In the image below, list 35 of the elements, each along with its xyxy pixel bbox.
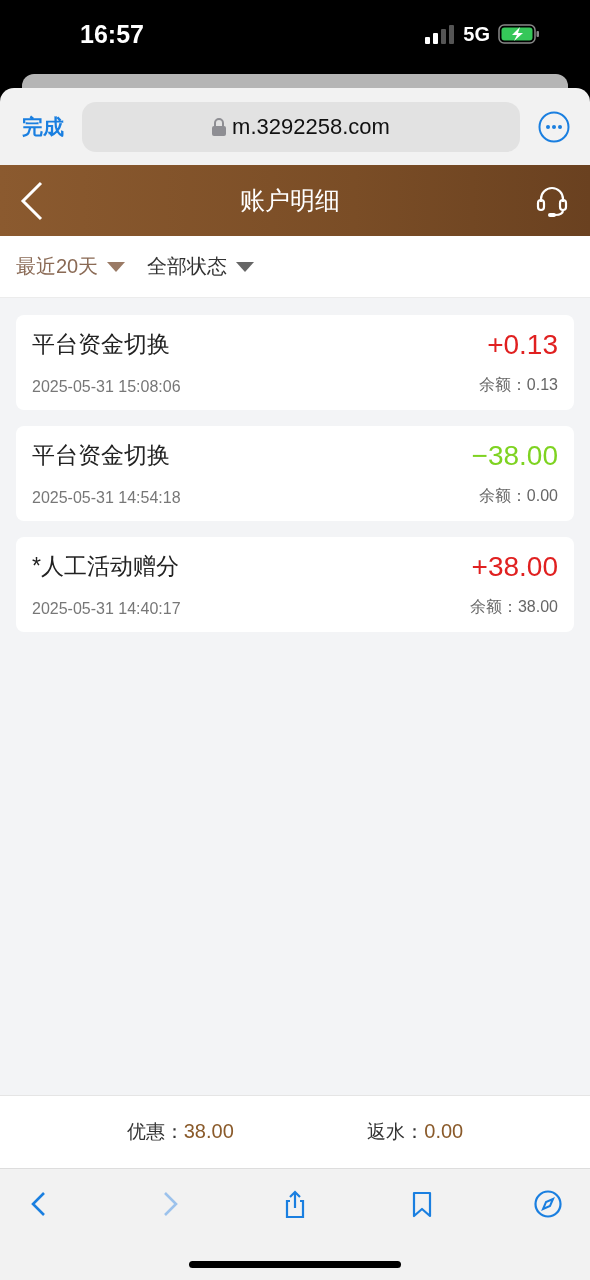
record-balance: 余额：0.00 xyxy=(478,486,558,506)
page-title: 账户明细 xyxy=(240,185,340,216)
back-icon[interactable] xyxy=(20,180,44,221)
record-balance: 余额：38.00 xyxy=(469,597,558,617)
network-label: 5G xyxy=(463,22,490,46)
record-amount: −38.00 xyxy=(471,440,558,472)
summary-label: 优惠： xyxy=(126,1120,184,1144)
caret-icon xyxy=(107,261,126,272)
caret-icon xyxy=(236,261,255,272)
record-time: 2025-05-31 15:08:06 xyxy=(32,378,181,396)
record-title: *人工活动赠分 xyxy=(32,552,180,581)
lock-icon xyxy=(212,117,227,136)
headset-icon[interactable] xyxy=(536,184,568,217)
record-time: 2025-05-31 14:40:17 xyxy=(32,600,181,618)
address-bar[interactable]: m.3292258.com xyxy=(82,101,520,152)
more-icon[interactable] xyxy=(538,110,570,143)
record-title: 平台资金切换 xyxy=(32,441,171,470)
record-amount: +38.00 xyxy=(471,551,558,583)
record-balance: 余额：0.13 xyxy=(478,375,558,395)
filter-dropdown[interactable]: 全部状态 xyxy=(147,253,255,280)
record-amount: +0.13 xyxy=(487,329,558,361)
summary-value: 38.00 xyxy=(183,1120,234,1143)
record-card[interactable]: *人工活动赠分 2025-05-31 14:40:17 +38.00 余额：38.00 xyxy=(16,537,574,632)
filter-dropdown[interactable]: 最近20天 xyxy=(16,253,126,280)
battery-icon xyxy=(498,24,540,44)
record-title: 平台资金切换 xyxy=(32,330,171,359)
clock: 16:57 xyxy=(80,19,144,49)
compass-icon[interactable] xyxy=(534,1190,562,1218)
signal-icon xyxy=(425,24,456,44)
record-time: 2025-05-31 14:54:18 xyxy=(32,489,181,507)
record-card[interactable]: 平台资金切换 2025-05-31 15:08:06 +0.13 余额：0.13 xyxy=(16,315,574,410)
summary-value: 0.00 xyxy=(424,1120,464,1143)
summary-label: 返水： xyxy=(367,1120,425,1144)
record-card[interactable]: 平台资金切换 2025-05-31 14:54:18 −38.00 余额：0.00 xyxy=(16,426,574,521)
done-link[interactable]: 完成 xyxy=(22,112,64,141)
